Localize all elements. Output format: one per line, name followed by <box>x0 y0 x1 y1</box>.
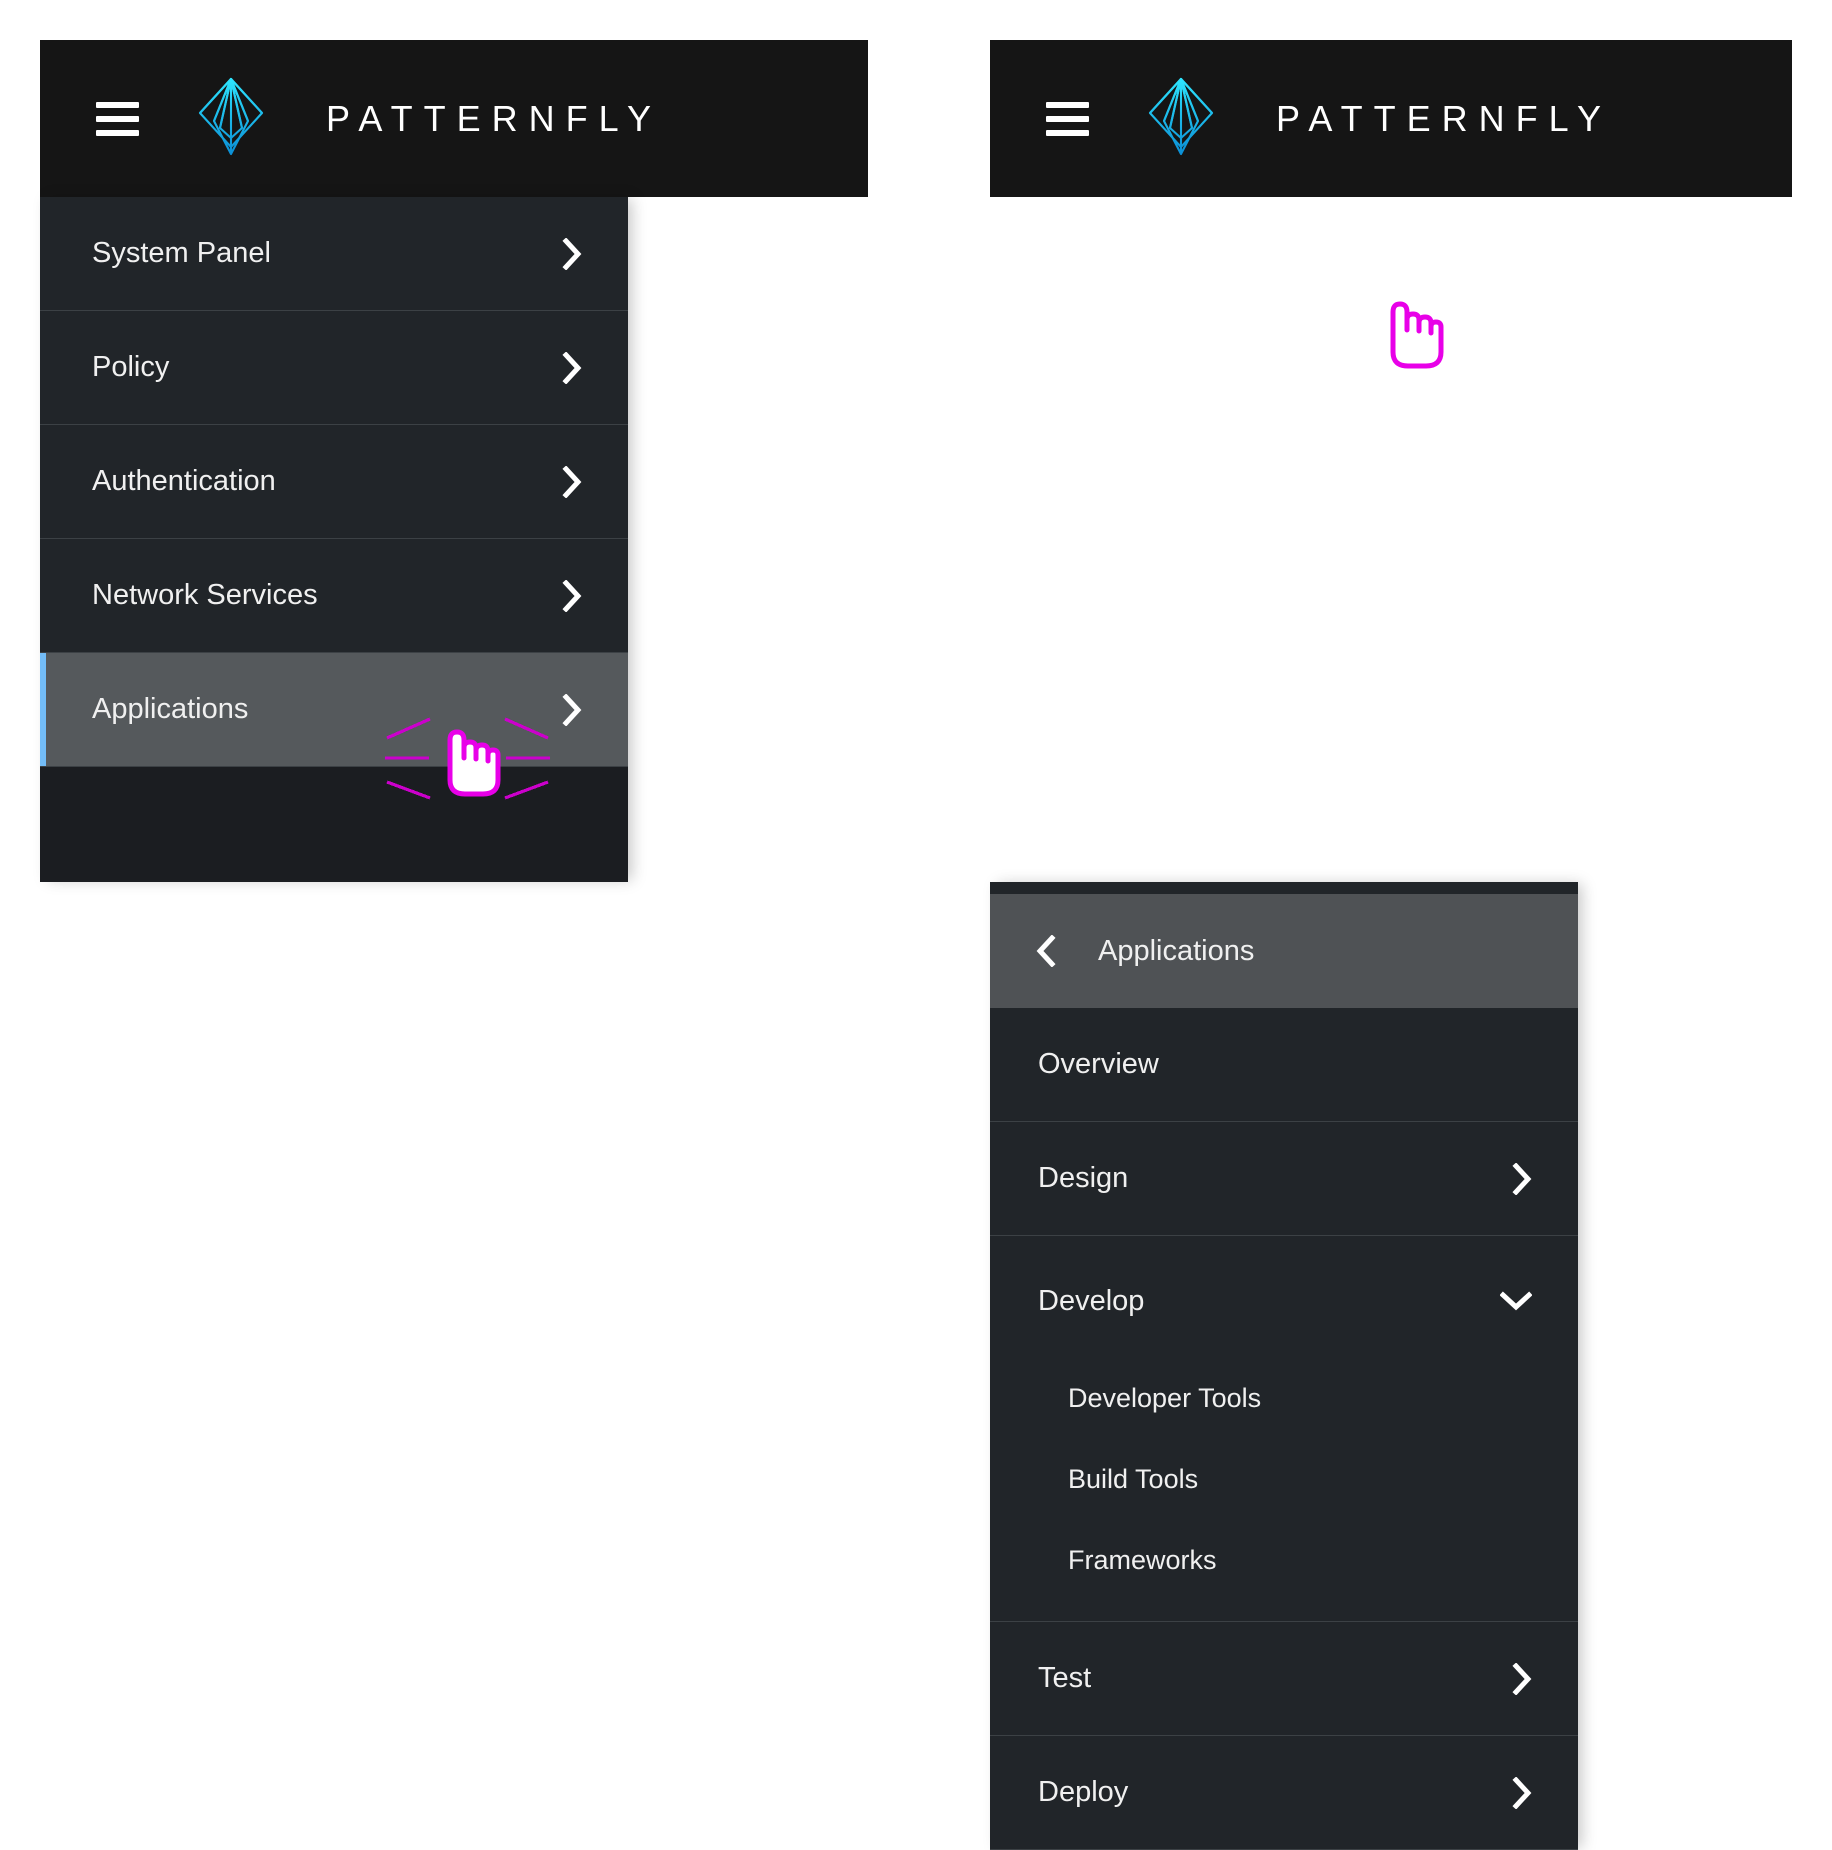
left-primary-nav: System Panel Policy Authentication Netwo… <box>40 197 628 882</box>
chevron-right-icon <box>562 351 582 384</box>
chevron-down-icon <box>1500 1291 1532 1311</box>
chevron-right-icon <box>1512 1662 1532 1695</box>
nav-item-overview[interactable]: Overview <box>990 1008 1578 1122</box>
hamburger-bar-3 <box>96 129 139 136</box>
nav-item-label: Policy <box>92 351 170 383</box>
nav-item-label: Applications <box>92 693 249 725</box>
nav-scroll-partial-row <box>990 882 1578 894</box>
hamburger-bar-1 <box>96 101 139 108</box>
right-subnav: Applications Overview Design Develop Dev… <box>990 882 1578 1850</box>
patternfly-diamond-logo <box>1144 76 1218 161</box>
nav-item-label: Overview <box>1038 1048 1159 1080</box>
nav-item-develop[interactable]: Develop <box>990 1244 1578 1358</box>
nav-back-applications[interactable]: Applications <box>990 894 1578 1008</box>
nav-subitem-label: Frameworks <box>1068 1545 1217 1575</box>
nav-item-policy[interactable]: Policy <box>40 311 628 425</box>
nav-item-authentication[interactable]: Authentication <box>40 425 628 539</box>
brand[interactable]: PATTERNFLY <box>194 76 662 161</box>
nav-item-label: Test <box>1038 1662 1092 1694</box>
chevron-right-icon <box>562 693 582 726</box>
chevron-right-icon <box>562 579 582 612</box>
nav-item-applications[interactable]: Applications <box>40 653 628 767</box>
nav-item-label: System Panel <box>92 237 271 269</box>
left-masthead: PATTERNFLY <box>40 40 868 197</box>
chevron-left-icon <box>1036 935 1056 967</box>
right-masthead: PATTERNFLY <box>990 40 1792 197</box>
nav-subitem-build-tools[interactable]: Build Tools <box>990 1439 1578 1520</box>
chevron-right-icon <box>562 465 582 498</box>
brand-name: PATTERNFLY <box>326 97 663 139</box>
nav-item-design[interactable]: Design <box>990 1122 1578 1236</box>
chevron-right-icon <box>562 237 582 270</box>
hamburger-bar-1 <box>1046 101 1089 108</box>
nav-back-label: Applications <box>1098 934 1255 967</box>
nav-item-label: Design <box>1038 1162 1129 1194</box>
hamburger-bar-3 <box>1046 129 1089 136</box>
nav-item-label: Deploy <box>1038 1776 1129 1808</box>
nav-group-develop: Develop Developer Tools Build Tools Fram… <box>990 1236 1578 1622</box>
nav-subitem-frameworks[interactable]: Frameworks <box>990 1520 1578 1601</box>
screenshot-stage: PATTERNFLY System Panel Policy Authentic… <box>0 0 1832 1850</box>
hamburger-menu-icon[interactable] <box>1046 101 1089 136</box>
chevron-right-icon <box>1512 1776 1532 1809</box>
brand-name: PATTERNFLY <box>1276 97 1613 139</box>
nav-item-label: Develop <box>1038 1284 1145 1317</box>
nav-item-label: Network Services <box>92 579 318 611</box>
chevron-right-icon <box>1512 1162 1532 1195</box>
hamburger-menu-icon[interactable] <box>96 101 139 136</box>
pointing-hand-cursor <box>1378 284 1458 374</box>
hamburger-bar-2 <box>96 115 139 122</box>
nav-item-label: Authentication <box>92 465 276 497</box>
nav-item-test[interactable]: Test <box>990 1622 1578 1736</box>
nav-subitem-label: Build Tools <box>1068 1464 1199 1494</box>
patternfly-diamond-logo <box>194 76 268 161</box>
nav-item-system-panel[interactable]: System Panel <box>40 197 628 311</box>
nav-item-deploy[interactable]: Deploy <box>990 1736 1578 1850</box>
nav-subitem-label: Developer Tools <box>1068 1383 1262 1413</box>
hamburger-bar-2 <box>1046 115 1089 122</box>
nav-subitem-developer-tools[interactable]: Developer Tools <box>990 1358 1578 1439</box>
nav-item-network-services[interactable]: Network Services <box>40 539 628 653</box>
brand[interactable]: PATTERNFLY <box>1144 76 1612 161</box>
